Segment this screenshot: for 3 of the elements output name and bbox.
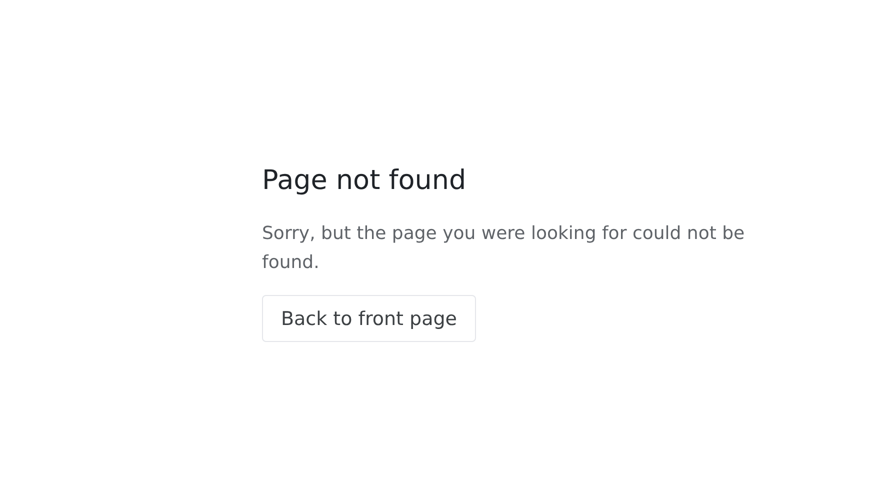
back-button[interactable]: Back to front page <box>262 295 476 342</box>
error-message: Sorry, but the page you were looking for could not be found. <box>262 222 746 275</box>
page-title: Page not found <box>262 164 466 198</box>
